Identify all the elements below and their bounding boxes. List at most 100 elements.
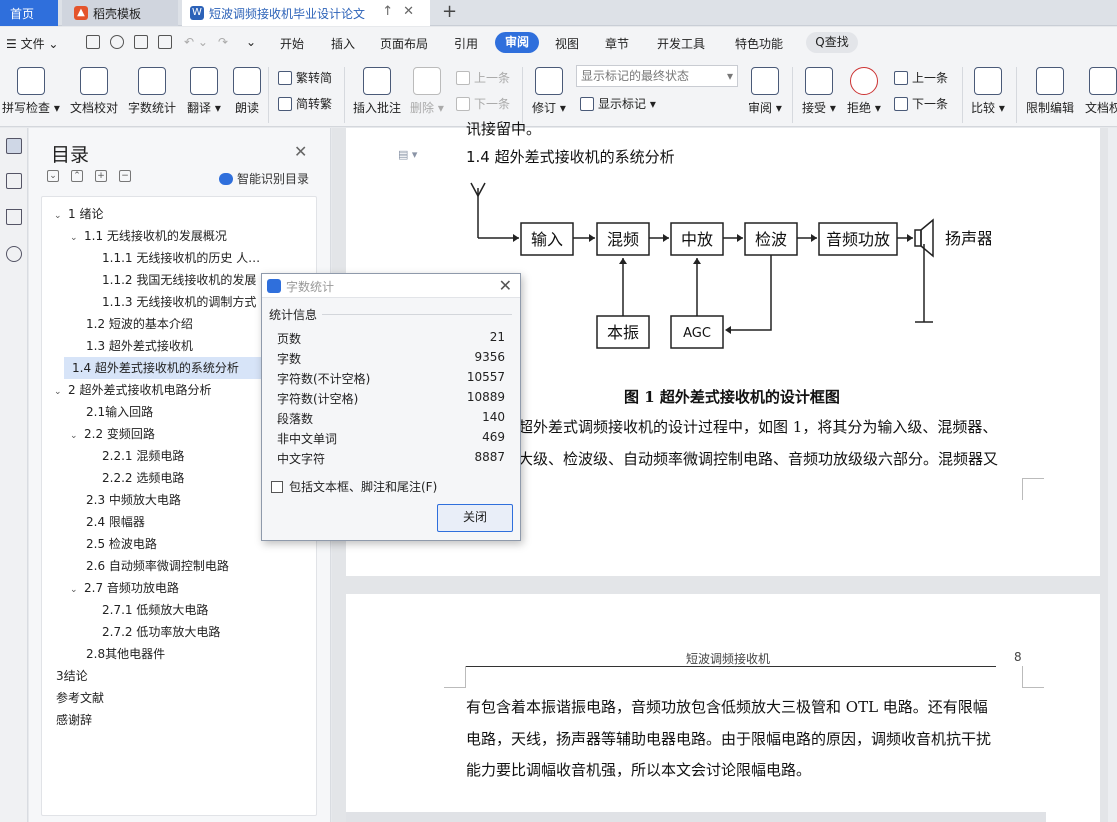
chevron-down-icon[interactable]: ⌄ — [70, 227, 84, 249]
toc-item-label: 1.1 无线接收机的发展概况 — [84, 229, 227, 243]
trad-to-simp-button[interactable]: 繁转简 — [278, 69, 332, 86]
close-icon[interactable]: ✕ — [499, 276, 512, 295]
tab-document[interactable]: W 短波调频接收机毕业设计论文 ↑✕ — [182, 0, 430, 26]
prev-comment-button[interactable]: 上一条 — [456, 69, 510, 86]
new-tab-button[interactable]: + — [442, 0, 457, 24]
save-icon[interactable] — [86, 35, 100, 49]
menu-view[interactable]: 视图 — [555, 35, 579, 52]
export-icon[interactable] — [110, 35, 124, 49]
pin-icon[interactable]: ↑ — [382, 4, 403, 19]
tab-home[interactable]: 首页 — [0, 0, 58, 26]
menu-references[interactable]: 引用 — [454, 35, 478, 52]
word-count-dialog: 字数统计 ✕ 统计信息 页数 21 字数 9356 字符数(不计空格) 10557 字… — [261, 273, 521, 541]
remove-heading-icon[interactable]: − — [119, 170, 131, 182]
menu-chapter[interactable]: 章节 — [605, 35, 629, 52]
close-tab-icon[interactable]: ✕ — [403, 4, 424, 19]
arrow — [693, 258, 701, 264]
toc-item-selected[interactable]: 1.4 超外差式接收机的系统分析 — [64, 357, 270, 379]
toc-item[interactable]: ⌄ 2 超外差式接收机电路分析 — [54, 379, 294, 401]
print-icon[interactable] — [134, 35, 148, 49]
toc-panel-icon[interactable] — [6, 138, 22, 154]
toc-item[interactable]: 1.1.1 无线接收机的历史 人… — [88, 247, 328, 269]
prev-change-button[interactable]: 上一条 — [894, 69, 948, 86]
menu-start[interactable]: 开始 — [280, 35, 304, 52]
accept-button[interactable]: 接受 ▾ — [802, 67, 836, 116]
toc-item[interactable]: 2.7.1 低频放大电路 — [88, 599, 328, 621]
chevron-down-icon[interactable]: ⌄ — [70, 425, 84, 447]
print-preview-icon[interactable] — [158, 35, 172, 49]
menu-review[interactable]: 审阅 — [495, 32, 539, 53]
stat-label: 非中文单词 — [277, 432, 338, 446]
word-count-button[interactable]: 字数统计 — [128, 67, 176, 116]
collapse-all-icon[interactable]: ⌄ — [47, 170, 59, 182]
stat-row: 字符数(不计空格) 10557 — [277, 370, 505, 390]
page-text-fragment: 讯接留中。 — [466, 120, 542, 138]
paragraph-marker-icon[interactable]: ▤ ▾ — [398, 148, 417, 161]
toc-item[interactable]: ⌄ 1 绪论 — [54, 203, 294, 225]
vertical-scrollbar[interactable] — [1108, 128, 1117, 822]
compare-button[interactable]: 比较 ▾ — [971, 67, 1005, 116]
arrow — [663, 234, 669, 242]
toc-item[interactable]: 感谢辞 — [56, 709, 296, 731]
toc-item[interactable]: ⌄ 1.1 无线接收机的发展概况 — [70, 225, 310, 247]
doc-proofread-button[interactable]: 文档校对 — [70, 67, 118, 116]
insert-comment-button[interactable]: 插入批注 — [353, 67, 401, 116]
toc-item[interactable]: ⌄ 2.7 音频功放电路 — [70, 577, 310, 599]
spell-check-button[interactable]: 拼写检查 ▾ — [2, 67, 60, 116]
chapter-nav-icon[interactable] — [6, 173, 22, 189]
show-markup-button[interactable]: 显示标记 ▾ — [580, 95, 656, 112]
compare-label: 比较 — [971, 101, 996, 115]
delete-comment-button[interactable]: 删除 ▾ — [410, 67, 444, 116]
review-pane-button[interactable]: 审阅 ▾ — [748, 67, 782, 116]
expand-up-icon[interactable]: ⌃ — [71, 170, 83, 182]
close-icon[interactable]: ✕ — [294, 142, 307, 161]
doc-permission-button[interactable]: 文档权 — [1085, 67, 1117, 116]
toc-item[interactable]: 3结论 — [56, 665, 296, 687]
ribbon-separator — [268, 67, 269, 123]
include-textbox-checkbox[interactable]: 包括文本框、脚注和尾注(F) — [271, 478, 437, 495]
markup-mode-select[interactable]: 显示标记的最终状态 — [576, 65, 738, 87]
ai-recognize-toc-button[interactable]: 智能识别目录 — [219, 170, 309, 187]
toc-item[interactable]: 参考文献 — [56, 687, 296, 709]
menu-features[interactable]: 特色功能 — [735, 35, 783, 52]
toc-item[interactable]: 2.6 自动频率微调控制电路 — [72, 555, 312, 577]
tab-daoke-templates[interactable]: ▲ 稻壳模板 — [62, 0, 178, 26]
daoke-logo-icon: ▲ — [74, 6, 88, 20]
checkbox-box[interactable] — [271, 480, 283, 493]
reject-button[interactable]: 拒绝 ▾ — [847, 67, 881, 116]
stat-label: 页数 — [277, 332, 302, 346]
menu-developer[interactable]: 开发工具 — [657, 35, 705, 52]
translate-button[interactable]: 翻译 ▾ — [187, 67, 221, 116]
search-button[interactable]: Q查找 — [806, 32, 858, 53]
chevron-down-icon[interactable]: ⌄ — [70, 579, 84, 601]
toc-item[interactable]: 2.8其他电器件 — [72, 643, 312, 665]
bookmark-icon[interactable] — [6, 209, 22, 225]
track-changes-button[interactable]: 修订 ▾ — [532, 67, 566, 116]
dialog-titlebar[interactable]: 字数统计 ✕ — [262, 274, 520, 298]
file-menu[interactable]: ☰ 文件 ⌄ — [6, 35, 58, 52]
menu-bar: ☰ 文件 ⌄ ↶ ⌄ ↷ ⌄ 开始 插入 页面布局 引用 审阅 视图 章节 开发… — [0, 27, 1117, 59]
read-aloud-icon — [233, 67, 261, 95]
next-change-button[interactable]: 下一条 — [894, 95, 948, 112]
toc-item-label: 3结论 — [56, 669, 88, 683]
add-heading-icon[interactable]: + — [95, 170, 107, 182]
toc-item[interactable]: 2.7.2 低功率放大电路 — [88, 621, 328, 643]
horizontal-scrollbar[interactable] — [346, 812, 1046, 822]
redo-icon[interactable]: ↷ — [218, 35, 228, 49]
toc-item-label: 2 超外差式接收机电路分析 — [68, 383, 212, 397]
next-comment-button[interactable]: 下一条 — [456, 95, 510, 112]
chevron-down-icon[interactable]: ⌄ — [54, 205, 68, 227]
menu-page-layout[interactable]: 页面布局 — [380, 35, 428, 52]
margin-mark — [1022, 478, 1044, 500]
restrict-editing-button[interactable]: 限制编辑 — [1026, 67, 1074, 116]
search-icon[interactable] — [6, 246, 22, 262]
chevron-down-icon[interactable]: ⌄ — [54, 381, 68, 403]
simp-to-trad-button[interactable]: 简转繁 — [278, 95, 332, 112]
accept-label: 接受 — [802, 101, 827, 115]
undo-icon[interactable]: ↶ ⌄ — [184, 35, 208, 49]
ribbon-separator — [344, 67, 345, 123]
close-button[interactable]: 关闭 — [437, 504, 513, 532]
menu-insert[interactable]: 插入 — [331, 35, 355, 52]
quick-access-more-icon[interactable]: ⌄ — [246, 35, 256, 49]
read-aloud-button[interactable]: 朗读 — [233, 67, 261, 116]
